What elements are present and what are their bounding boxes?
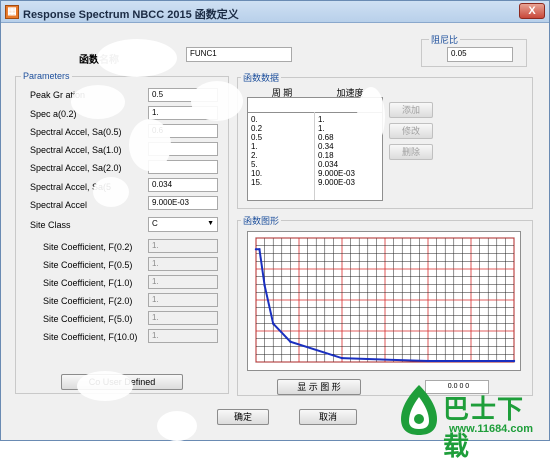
data-point xyxy=(289,340,292,343)
function-graph-plot xyxy=(247,231,521,371)
damping-input[interactable]: 0.05 xyxy=(447,47,513,62)
coef-label-f50: Site Coefficient, F(5.0) xyxy=(43,314,133,324)
coef-input-f20: 1. xyxy=(148,293,218,307)
table-cell[interactable]: 10. xyxy=(251,169,262,178)
delete-button[interactable]: 删除 xyxy=(389,144,433,160)
table-cell[interactable]: 0.18 xyxy=(318,151,355,160)
site-class-select[interactable]: C ▼ xyxy=(148,217,218,232)
damping-group-label: 阻尼比 xyxy=(429,33,461,46)
table-cell[interactable]: 0.034 xyxy=(318,160,355,169)
param-input-sa100[interactable]: 9.000E-03 xyxy=(148,196,218,210)
dialog-window: ▦ Response Spectrum NBCC 2015 函数定义 X 函数名… xyxy=(0,0,550,461)
coef-label-f100: Site Coefficient, F(10.0) xyxy=(43,332,138,342)
occlusion-shape xyxy=(97,39,177,77)
occlusion-shape xyxy=(93,177,129,207)
function-graph-group-label: 函数图形 xyxy=(241,214,282,227)
param-label-sa20: Spectral Accel, Sa(2.0) xyxy=(30,163,122,173)
close-button[interactable]: X xyxy=(519,3,545,19)
param-label-sa02: Spec a(0.2) xyxy=(30,109,77,119)
table-cell[interactable]: 5. xyxy=(251,160,262,169)
param-label-sa10: Spectral Accel, Sa(1.0) xyxy=(30,145,122,155)
param-input-sa50[interactable]: 0.034 xyxy=(148,178,218,192)
coef-label-f02: Site Coefficient, F(0.2) xyxy=(43,242,133,252)
occlusion-shape xyxy=(191,81,243,121)
table-cell[interactable]: 0.5 xyxy=(251,133,262,142)
table-cell[interactable]: 9.000E-03 xyxy=(318,178,355,187)
coef-input-f100: 1. xyxy=(148,329,218,343)
coef-input-f05: 1. xyxy=(148,257,218,271)
ok-button[interactable]: 确定 xyxy=(217,409,269,425)
table-cell[interactable]: 0.34 xyxy=(318,142,355,151)
coef-input-f50: 1. xyxy=(148,311,218,325)
occlusion-shape xyxy=(357,87,385,147)
data-point xyxy=(340,356,344,360)
data-point xyxy=(426,359,430,363)
table-cell[interactable]: 0. xyxy=(251,115,262,124)
coef-label-f20: Site Coefficient, F(2.0) xyxy=(43,296,133,306)
table-cell[interactable]: 1. xyxy=(318,124,355,133)
coef-label-f05: Site Coefficient, F(0.5) xyxy=(43,260,133,270)
show-graph-button[interactable]: 显 示 图 形 xyxy=(277,379,361,395)
param-label-sa05: Spectral Accel, Sa(0.5) xyxy=(30,127,122,137)
data-point xyxy=(258,248,261,251)
function-name-input[interactable]: FUNC1 xyxy=(186,47,292,62)
col-header-period: 周 期 xyxy=(271,88,293,98)
data-point xyxy=(263,284,266,287)
table-cell[interactable]: 15. xyxy=(251,178,262,187)
coef-label-f10: Site Coefficient, F(1.0) xyxy=(43,278,133,288)
table-cell[interactable]: 1. xyxy=(251,142,262,151)
param-label-sa100: Spectral Accel xyxy=(30,200,88,210)
spectrum-chart xyxy=(254,237,516,363)
chevron-down-icon: ▼ xyxy=(207,220,214,227)
table-cell[interactable]: 1. xyxy=(318,115,355,124)
accel-column: 1. 1. 0.68 0.34 0.18 0.034 9.000E-03 9.0… xyxy=(318,115,355,187)
modify-button[interactable]: 修改 xyxy=(389,123,433,139)
site-class-label: Site Class xyxy=(30,220,71,230)
table-cell[interactable]: 0.2 xyxy=(251,124,262,133)
data-point xyxy=(254,248,258,251)
window-title: Response Spectrum NBCC 2015 函数定义 xyxy=(23,9,239,21)
occlusion-shape xyxy=(157,411,197,441)
parameters-group-label: Parameters xyxy=(21,71,72,81)
watermark-logo: 巴士下载 www.11684.com xyxy=(399,379,549,461)
table-cell[interactable]: 0.68 xyxy=(318,133,355,142)
add-button[interactable]: 添加 xyxy=(389,102,433,118)
coef-input-f10: 1. xyxy=(148,275,218,289)
app-icon: ▦ xyxy=(5,5,19,19)
site-class-value: C xyxy=(152,219,158,228)
occlusion-shape xyxy=(77,371,133,401)
occlusion-shape xyxy=(71,85,125,119)
cancel-button[interactable]: 取消 xyxy=(299,409,357,425)
watermark-icon xyxy=(401,385,437,435)
title-bar: ▦ Response Spectrum NBCC 2015 函数定义 X xyxy=(1,1,549,23)
table-cell[interactable]: 2. xyxy=(251,151,262,160)
function-data-group-label: 函数数据 xyxy=(241,71,282,84)
table-cell[interactable]: 9.000E-03 xyxy=(318,169,355,178)
watermark-url: www.11684.com xyxy=(449,423,533,435)
period-column: 0. 0.2 0.5 1. 2. 5. 10. 15. xyxy=(251,115,262,187)
data-point xyxy=(512,359,516,363)
data-point xyxy=(272,322,275,325)
coef-input-f02: 1. xyxy=(148,239,218,253)
occlusion-shape xyxy=(129,119,171,171)
table-column-divider xyxy=(314,112,315,200)
